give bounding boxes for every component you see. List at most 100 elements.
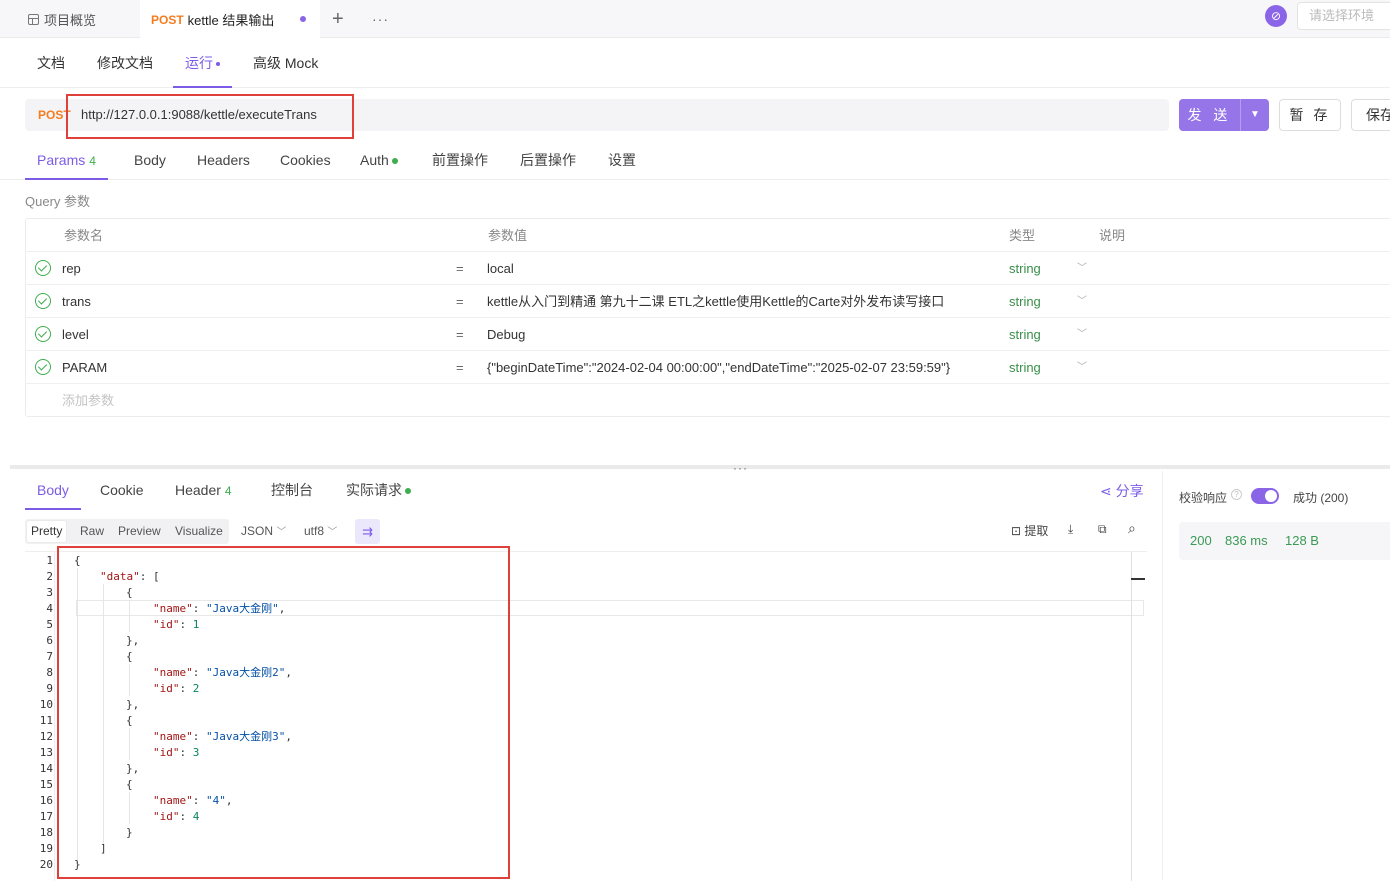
chevron-down-icon[interactable]: ▼ bbox=[1241, 99, 1269, 131]
line-number: 17 bbox=[39, 810, 53, 823]
line-number: 8 bbox=[46, 666, 53, 679]
request-tabs: Params 4 Body Headers Cookies Auth 前置操作 后… bbox=[0, 141, 1390, 180]
view-mode-group: Pretty Raw Preview Visualize bbox=[25, 519, 229, 544]
wrap-lines-icon[interactable]: ⇉ bbox=[355, 519, 380, 544]
param-type[interactable]: string bbox=[1009, 252, 1041, 285]
encoding-select[interactable]: utf8 ﹀ bbox=[304, 519, 337, 544]
equals-sign: = bbox=[456, 261, 464, 276]
share-button[interactable]: ⋖ 分享 bbox=[1100, 481, 1144, 501]
param-value[interactable]: Debug bbox=[487, 318, 525, 351]
new-tab-button[interactable]: + bbox=[332, 0, 344, 38]
chevron-down-icon[interactable]: ﹀ bbox=[1077, 252, 1087, 285]
chevron-down-icon[interactable]: ﹀ bbox=[1077, 318, 1087, 351]
environment-select[interactable]: 请选择环境 bbox=[1297, 2, 1390, 30]
tab-doc[interactable]: 文档 bbox=[37, 38, 65, 88]
tab-response-body[interactable]: Body bbox=[25, 471, 81, 510]
extract-button[interactable]: ⊡ 提取 bbox=[1011, 522, 1048, 539]
copy-icon[interactable]: ⧉ bbox=[1098, 522, 1107, 537]
search-icon[interactable]: ⌕ bbox=[1128, 520, 1136, 537]
add-param-row: 添加参数 bbox=[26, 384, 1390, 417]
line-number: 12 bbox=[39, 730, 53, 743]
line-number: 20 bbox=[39, 858, 53, 871]
tab-response-header[interactable]: Header 4 bbox=[175, 471, 232, 510]
tab-actual-request[interactable]: 实际请求 bbox=[346, 471, 411, 510]
response-highlight-box bbox=[57, 546, 510, 879]
scrollbar-thumb[interactable] bbox=[1131, 578, 1145, 580]
chevron-down-icon: ﹀ bbox=[327, 527, 338, 538]
send-button[interactable]: 发 送 ▼ bbox=[1179, 99, 1269, 131]
scrollbar[interactable] bbox=[1131, 552, 1132, 881]
download-icon[interactable]: ⤓ bbox=[1068, 522, 1073, 537]
share-icon: ⋖ bbox=[1100, 483, 1112, 499]
line-number: 15 bbox=[39, 778, 53, 791]
line-number: 7 bbox=[46, 650, 53, 663]
param-type[interactable]: string bbox=[1009, 351, 1041, 384]
mode-visualize[interactable]: Visualize bbox=[171, 521, 227, 542]
tab-params[interactable]: Params 4 bbox=[25, 141, 108, 180]
param-name[interactable]: trans bbox=[62, 285, 91, 318]
tab-post-operations[interactable]: 后置操作 bbox=[520, 141, 576, 180]
mode-pretty[interactable]: Pretty bbox=[27, 521, 67, 542]
extract-icon: ⊡ bbox=[1011, 524, 1022, 538]
panel-divider[interactable] bbox=[10, 465, 1390, 469]
help-icon[interactable]: ? bbox=[1231, 489, 1242, 500]
tab-kettle-output[interactable]: POST kettle 结果输出 bbox=[140, 0, 320, 39]
equals-sign: = bbox=[456, 360, 464, 375]
equals-sign: = bbox=[456, 327, 464, 342]
table-header: 参数名 参数值 类型 说明 bbox=[26, 219, 1390, 252]
query-params-label: Query 参数 bbox=[25, 194, 91, 209]
mode-raw[interactable]: Raw bbox=[76, 521, 108, 542]
format-select[interactable]: JSON ﹀ bbox=[241, 519, 286, 544]
line-number: 14 bbox=[39, 762, 53, 775]
header-count: 4 bbox=[224, 484, 232, 498]
temp-save-button[interactable]: 暂 存 bbox=[1279, 99, 1341, 131]
param-value[interactable]: local bbox=[487, 252, 514, 285]
tab-headers[interactable]: Headers bbox=[197, 141, 250, 180]
chevron-down-icon: ﹀ bbox=[276, 527, 287, 538]
unsaved-dot-icon bbox=[300, 16, 306, 22]
mode-preview[interactable]: Preview bbox=[114, 521, 165, 542]
param-name[interactable]: level bbox=[62, 318, 89, 351]
chevron-down-icon[interactable]: ﹀ bbox=[1077, 351, 1087, 384]
tab-response-cookie[interactable]: Cookie bbox=[100, 471, 144, 510]
table-row: rep = local string ﹀ bbox=[26, 252, 1390, 285]
param-type[interactable]: string bbox=[1009, 318, 1041, 351]
tab-settings[interactable]: 设置 bbox=[608, 141, 636, 180]
more-tabs-button[interactable]: ··· bbox=[372, 0, 389, 38]
param-type[interactable]: string bbox=[1009, 285, 1041, 318]
enabled-checkbox[interactable] bbox=[35, 326, 51, 342]
add-param-input[interactable]: 添加参数 bbox=[62, 384, 114, 417]
response-meta-panel: 校验响应 ? 成功 (200) 200 836 ms 128 B bbox=[1162, 471, 1390, 880]
line-number: 16 bbox=[39, 794, 53, 807]
environment-icon[interactable]: ⊘ bbox=[1265, 5, 1287, 27]
param-name[interactable]: rep bbox=[62, 252, 81, 285]
tab-auth[interactable]: Auth bbox=[360, 141, 398, 180]
param-name[interactable]: PARAM bbox=[62, 351, 107, 384]
line-number: 19 bbox=[39, 842, 53, 855]
column-header-name: 参数名 bbox=[64, 228, 104, 243]
tab-run[interactable]: 运行 bbox=[173, 38, 232, 88]
save-button[interactable]: 保存 bbox=[1351, 99, 1390, 131]
validate-toggle[interactable] bbox=[1251, 488, 1279, 504]
enabled-checkbox[interactable] bbox=[35, 359, 51, 375]
tab-cookies[interactable]: Cookies bbox=[280, 141, 331, 180]
line-number: 6 bbox=[46, 634, 53, 647]
line-number-gutter: 1 2 3 4 5 6 7 8 9 10 11 12 13 14 15 16 1… bbox=[25, 552, 55, 881]
tab-body[interactable]: Body bbox=[134, 141, 166, 180]
enabled-checkbox[interactable] bbox=[35, 293, 51, 309]
tab-console[interactable]: 控制台 bbox=[271, 471, 313, 510]
top-tab-bar: 项目概览 POST kettle 结果输出 + ··· ⊘ 请选择环境 bbox=[0, 0, 1390, 39]
tab-pre-operations[interactable]: 前置操作 bbox=[432, 141, 488, 180]
enabled-checkbox[interactable] bbox=[35, 260, 51, 276]
line-number: 5 bbox=[46, 618, 53, 631]
line-number: 9 bbox=[46, 682, 53, 695]
validation-status[interactable]: 成功 (200) bbox=[1293, 489, 1348, 506]
tab-label: 实际请求 bbox=[346, 482, 402, 498]
tab-advanced-mock[interactable]: 高级 Mock bbox=[253, 38, 318, 88]
param-value[interactable]: kettle从入门到精通 第九十二课 ETL之kettle使用Kettle的Ca… bbox=[487, 285, 944, 318]
param-value[interactable]: {"beginDateTime":"2024-02-04 00:00:00","… bbox=[487, 351, 950, 384]
tab-project-overview[interactable]: 项目概览 bbox=[28, 0, 96, 38]
chevron-down-icon[interactable]: ﹀ bbox=[1077, 285, 1087, 318]
line-number: 4 bbox=[46, 602, 53, 615]
tab-edit-doc[interactable]: 修改文档 bbox=[97, 38, 153, 88]
